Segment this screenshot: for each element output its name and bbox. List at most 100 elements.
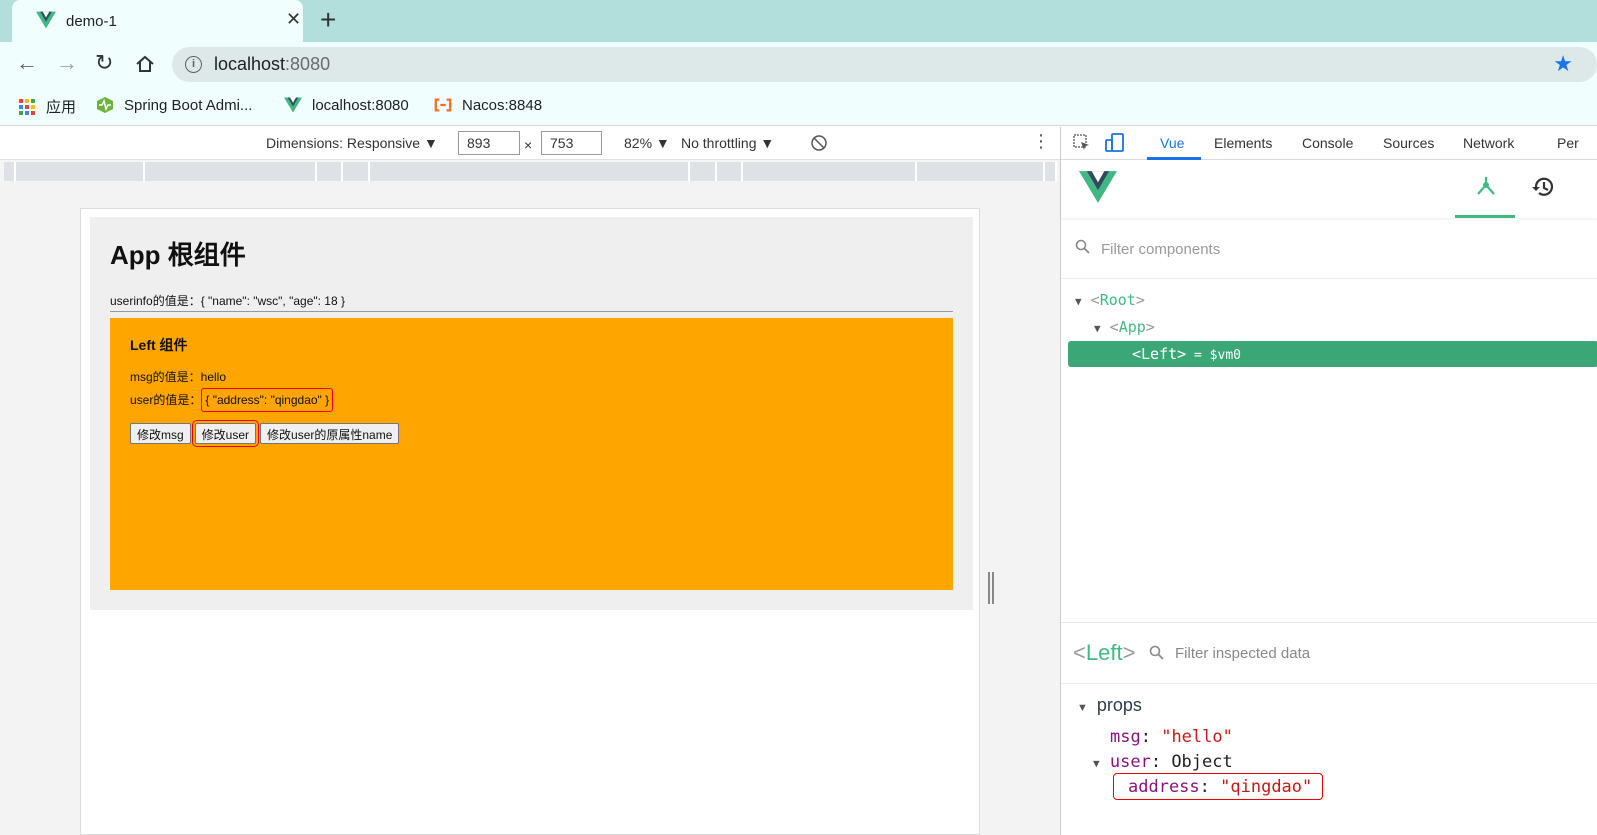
expand-triangle-icon[interactable]: ▼ (1094, 322, 1101, 335)
search-icon (1075, 239, 1090, 254)
msg-line: msg的值是：hello (130, 368, 226, 385)
site-info-icon[interactable]: i (185, 56, 202, 73)
tab-vue[interactable]: Vue (1160, 135, 1184, 151)
bookmark-label: Nacos:8848 (462, 96, 543, 114)
prop-address[interactable]: address: "qingdao" (1128, 777, 1312, 797)
inspector-header: <Left> Filter inspected data (1061, 622, 1597, 684)
home-icon[interactable] (135, 54, 155, 74)
app-title: App 根组件 (110, 240, 246, 270)
divider (110, 311, 953, 312)
filter-inspected-input[interactable]: Filter inspected data (1175, 645, 1310, 662)
prop-msg[interactable]: msg: "hello" (1110, 727, 1233, 747)
media-query-ruler (0, 160, 1060, 182)
bookmark-label: 应用 (46, 99, 77, 116)
vue-logo-icon (36, 11, 56, 29)
dimension-times: × (524, 137, 533, 153)
tab-console[interactable]: Console (1302, 135, 1353, 151)
history-icon[interactable] (1531, 175, 1555, 199)
search-icon (1149, 645, 1164, 660)
forward-icon[interactable]: → (56, 50, 78, 76)
expand-triangle-icon[interactable]: ▼ (1077, 702, 1088, 714)
msg-value: hello (200, 370, 227, 384)
rotate-icon[interactable] (810, 134, 828, 152)
vue-logo-icon (284, 97, 302, 113)
expand-triangle-icon[interactable]: ▼ (1093, 757, 1100, 770)
more-options-icon[interactable]: ⋮ (1032, 131, 1050, 152)
bookmark-apps[interactable]: 应用 (18, 96, 76, 117)
msg-label: msg的值是： (130, 370, 201, 384)
edit-user-name-button[interactable]: 修改user的原属性name (260, 423, 400, 444)
tab-network[interactable]: Network (1463, 135, 1514, 151)
ruler-segment[interactable] (4, 162, 16, 181)
browser-toolbar: ← → ↻ i localhost:8080 ★ (0, 42, 1597, 86)
filter-components-bar: Filter components (1061, 219, 1597, 279)
left-title: Left 组件 (130, 337, 188, 353)
bookmark-localhost[interactable]: localhost:8080 (284, 96, 409, 114)
tab-elements[interactable]: Elements (1214, 135, 1272, 151)
emulated-page: App 根组件 userinfo的值是：{ "name": "wsc", "ag… (80, 208, 980, 835)
zoom-select[interactable]: 82% ▼ (624, 135, 670, 151)
dimensions-select[interactable]: Dimensions: Responsive ▼ (266, 135, 438, 151)
bookmark-spring-boot-admin[interactable]: Spring Boot Admi... (96, 96, 252, 114)
expand-triangle-icon[interactable]: ▼ (1075, 295, 1082, 308)
address-bar[interactable]: i localhost:8080 ★ (172, 47, 1597, 82)
ruler-segment[interactable] (690, 162, 717, 181)
device-toggle-icon[interactable] (1105, 133, 1125, 153)
ruler-segment[interactable] (317, 162, 343, 181)
ruler-segment[interactable] (717, 162, 743, 181)
devtools-tabbar: Vue Elements Console Sources Network Per (1061, 127, 1597, 160)
filter-components-input[interactable]: Filter components (1101, 241, 1220, 258)
vue-tab-indicator (1455, 215, 1515, 218)
tree-node-root[interactable]: ▼ <Root> (1075, 291, 1145, 309)
user-label: user的值是： (130, 393, 202, 407)
back-icon[interactable]: ← (16, 50, 38, 76)
tab-title: demo-1 (66, 13, 117, 30)
ruler-segment[interactable] (370, 162, 690, 181)
bookmark-nacos[interactable]: Nacos:8848 (434, 96, 542, 114)
device-toolbar: Dimensions: Responsive ▼ 893 × 753 82% ▼… (0, 127, 1060, 160)
app-root-component: App 根组件 userinfo的值是：{ "name": "wsc", "ag… (90, 217, 973, 610)
edit-msg-button[interactable]: 修改msg (130, 423, 191, 444)
url-text: localhost:8080 (214, 54, 331, 74)
new-tab-icon[interactable]: + (320, 5, 336, 35)
edit-user-button[interactable]: 修改user (191, 420, 260, 447)
inspect-element-icon[interactable] (1073, 134, 1091, 152)
bookmark-label: localhost:8080 (312, 96, 409, 114)
userinfo-text: userinfo的值是：{ "name": "wsc", "age": 18 } (110, 294, 345, 308)
bookmarks-bar: 应用 Spring Boot Admi... localhost:8080 Na… (0, 86, 1597, 126)
ruler-segment[interactable] (16, 162, 145, 181)
tree-node-app[interactable]: ▼ <App> (1094, 318, 1155, 336)
props-section-header[interactable]: ▼ props (1077, 695, 1142, 716)
vue-logo-icon (1079, 171, 1117, 203)
width-input[interactable]: 893 (458, 131, 520, 155)
bookmark-label: Spring Boot Admi... (124, 96, 253, 114)
prop-user[interactable]: ▼ user: Object (1093, 752, 1233, 772)
bookmark-star-icon[interactable]: ★ (1553, 51, 1573, 77)
user-value: { "address": "qingdao" } (201, 388, 334, 412)
ruler-segment[interactable] (343, 162, 370, 181)
tab-strip: demo-1 ✕ + (0, 0, 1597, 42)
vue-devtools-header (1061, 160, 1597, 218)
close-tab-icon[interactable]: ✕ (286, 9, 301, 30)
inspected-component-name: <Left> (1073, 640, 1136, 665)
button-row: 修改msg 修改user 修改user的原属性name (130, 420, 400, 447)
reload-icon[interactable]: ↻ (95, 50, 113, 76)
nacos-icon (434, 98, 452, 112)
tab-sources[interactable]: Sources (1383, 135, 1434, 151)
apps-grid-icon (19, 98, 35, 115)
component-tree-icon[interactable] (1475, 175, 1497, 199)
ruler-segment[interactable] (1045, 162, 1057, 181)
browser-tab[interactable]: demo-1 ✕ (12, 0, 303, 42)
tab-performance[interactable]: Per (1557, 135, 1579, 151)
height-input[interactable]: 753 (541, 131, 602, 155)
ruler-segment[interactable] (917, 162, 1045, 181)
user-line: user的值是：{ "address": "qingdao" } (130, 388, 334, 412)
left-component: Left 组件 msg的值是：hello user的值是：{ "address"… (110, 318, 953, 590)
tree-node-left-selected[interactable]: <Left> = $vm0 (1068, 341, 1597, 367)
ruler-segment[interactable] (743, 162, 917, 181)
resize-handle[interactable] (988, 572, 994, 604)
ruler-segment[interactable] (145, 162, 317, 181)
spring-boot-admin-icon (97, 97, 113, 113)
throttling-select[interactable]: No throttling ▼ (681, 135, 774, 151)
devtools-panel: Vue Elements Console Sources Network Per (1060, 127, 1597, 835)
